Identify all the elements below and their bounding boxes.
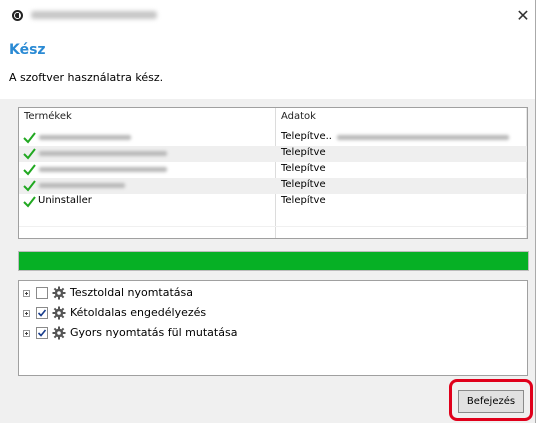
checkmark-icon	[23, 164, 36, 176]
title-bar: ✕	[0, 0, 535, 38]
checkmark-icon	[23, 180, 36, 192]
product-name-redacted	[39, 135, 131, 140]
tree-item-duplex[interactable]: Kétoldalas engedélyezés	[19, 305, 519, 323]
gear-icon	[52, 286, 66, 300]
feature-options-tree[interactable]: Tesztoldal nyomtatása Kétoldalas engedél…	[18, 280, 528, 376]
product-name-redacted	[39, 151, 167, 156]
page-title: Kész	[9, 42, 46, 58]
products-list[interactable]: Termékek Adatok Telepítve.. Telepítve Te…	[18, 107, 528, 239]
tree-item-quick-print-tab[interactable]: Gyors nyomtatás fül mutatása	[19, 325, 519, 343]
test-page-checkbox[interactable]	[36, 287, 48, 299]
installer-window: ✕ Kész A szoftver használatra kész. Term…	[0, 0, 536, 423]
expand-icon[interactable]	[23, 310, 30, 317]
install-progress-bar	[18, 251, 529, 271]
table-row[interactable]: Telepítve	[19, 146, 527, 162]
product-status: Telepítve..	[281, 131, 332, 142]
gear-icon	[52, 306, 66, 320]
checkmark-icon	[23, 196, 36, 208]
quick-print-tab-checkbox[interactable]	[36, 327, 48, 339]
page-subtitle: A szoftver használatra kész.	[9, 71, 164, 84]
checkbox-check-icon	[37, 329, 47, 337]
table-row[interactable]: Telepítve	[19, 178, 527, 194]
product-name: Uninstaller	[38, 195, 92, 206]
finish-button[interactable]: Befejezés	[458, 390, 524, 413]
progress-fill	[19, 252, 528, 270]
table-row[interactable]: Uninstaller Telepítve	[19, 194, 527, 210]
expand-icon[interactable]	[23, 290, 30, 297]
product-name-redacted	[39, 183, 125, 188]
feature-label: Tesztoldal nyomtatása	[70, 286, 194, 299]
window-title-redacted	[31, 11, 157, 19]
checkmark-icon	[23, 132, 36, 144]
app-icon	[12, 10, 23, 21]
close-button[interactable]: ✕	[513, 6, 533, 26]
product-status: Telepítve	[281, 179, 326, 190]
duplex-checkbox[interactable]	[36, 307, 48, 319]
product-status: Telepítve	[281, 163, 326, 174]
tree-item-test-page[interactable]: Tesztoldal nyomtatása	[19, 285, 519, 303]
expand-icon[interactable]	[23, 330, 30, 337]
table-row[interactable]: Telepítve..	[19, 130, 527, 146]
row-divider	[19, 226, 527, 227]
feature-label: Gyors nyomtatás fül mutatása	[70, 326, 238, 339]
column-header-products[interactable]: Termékek	[24, 111, 72, 122]
column-header-details[interactable]: Adatok	[281, 111, 316, 122]
product-status-detail-redacted	[337, 135, 509, 140]
checkbox-check-icon	[37, 309, 47, 317]
gear-icon	[52, 326, 66, 340]
table-row[interactable]: Telepítve	[19, 162, 527, 178]
feature-label: Kétoldalas engedélyezés	[70, 306, 207, 319]
header-panel: Kész A szoftver használatra kész.	[0, 38, 535, 99]
product-status: Telepítve	[281, 147, 326, 158]
product-status: Telepítve	[281, 195, 326, 206]
product-name-redacted	[39, 167, 167, 172]
checkmark-icon	[23, 148, 36, 160]
